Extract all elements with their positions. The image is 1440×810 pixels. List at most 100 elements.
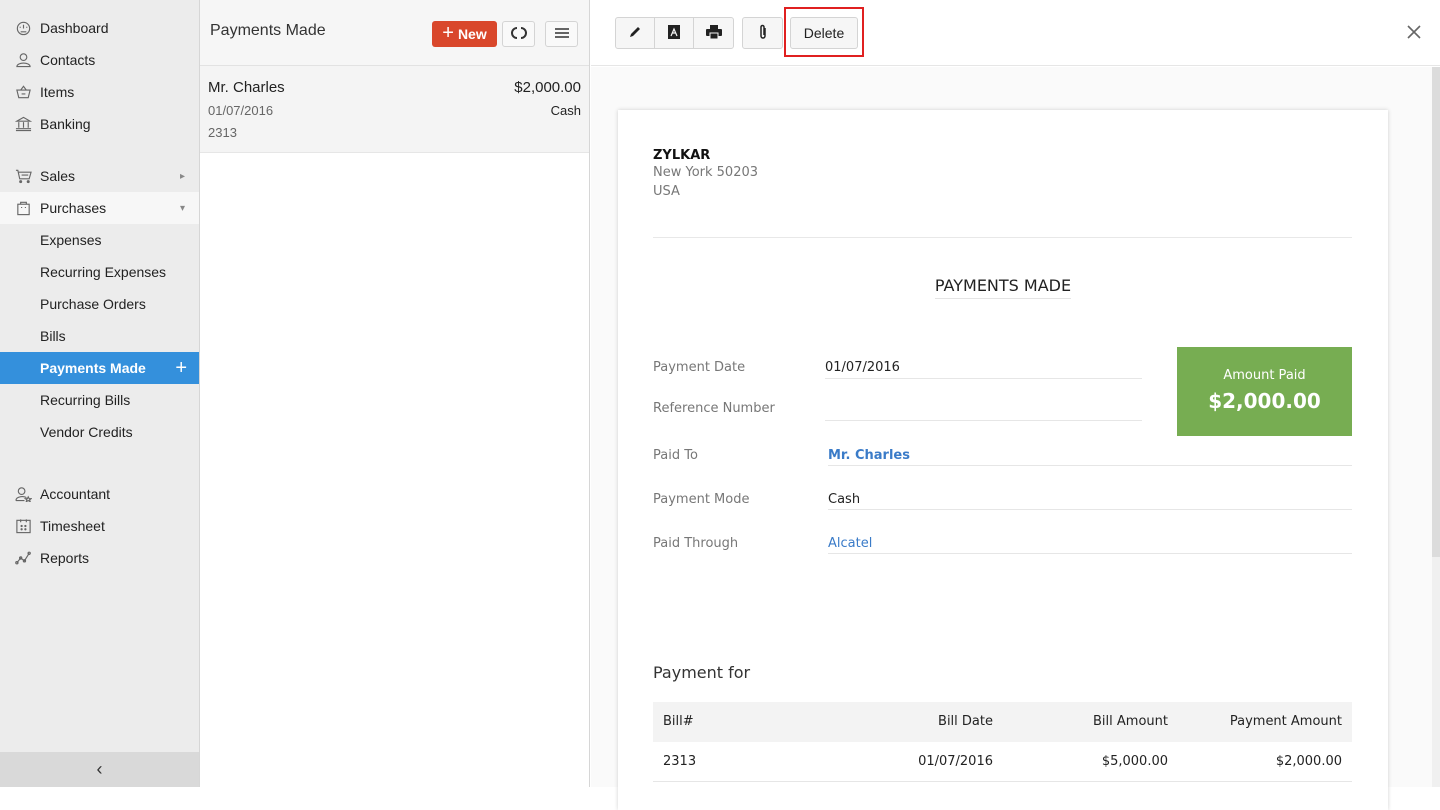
delete-button[interactable]: Delete xyxy=(790,17,858,49)
sidebar-item-purchases[interactable]: Purchases ▾ xyxy=(0,192,199,224)
plus-icon: + xyxy=(442,22,454,44)
sidebar-item-contacts[interactable]: Contacts xyxy=(0,44,199,76)
edit-button[interactable] xyxy=(616,18,655,48)
sidebar-item-label: Timesheet xyxy=(40,518,105,534)
vendor-name: Mr. Charles xyxy=(208,79,285,96)
cart-icon xyxy=(14,168,32,184)
table-row: 2313 01/07/2016 $5,000.00 $2,000.00 xyxy=(653,742,1352,782)
column-header-bill-date: Bill Date xyxy=(938,714,993,729)
bill-amount: $5,000.00 xyxy=(1101,754,1168,769)
close-icon xyxy=(1404,25,1424,45)
new-payment-button[interactable]: + New xyxy=(432,21,497,47)
bills-table-header: Bill# Bill Date Bill Amount Payment Amou… xyxy=(653,702,1352,742)
payment-reference: 2313 xyxy=(208,125,237,140)
print-button[interactable] xyxy=(694,18,733,48)
paid-through-link[interactable]: Alcatel xyxy=(828,536,872,551)
list-title: Payments Made xyxy=(210,22,326,39)
payment-mode-value: Cash xyxy=(828,492,861,507)
sidebar-subitem-expenses[interactable]: Expenses xyxy=(0,224,199,256)
pdf-button[interactable] xyxy=(655,18,694,48)
column-header-bill-number: Bill# xyxy=(663,714,694,729)
sidebar-item-label: Expenses xyxy=(40,232,102,248)
divider xyxy=(828,553,1352,554)
dashboard-icon xyxy=(14,20,32,36)
more-menu-button[interactable] xyxy=(545,21,578,47)
organization-address-line1: New York 50203 xyxy=(653,165,759,180)
payments-list-panel: Payments Made + New Mr. Charles $2,000.0… xyxy=(200,0,590,787)
list-header: Payments Made + New xyxy=(200,0,589,66)
chevron-left-icon: ‹ xyxy=(96,759,103,779)
paid-through-label: Paid Through xyxy=(653,536,739,551)
divider xyxy=(828,465,1352,466)
sidebar-item-sales[interactable]: Sales ▸ xyxy=(0,160,199,192)
sidebar-item-label: Payments Made xyxy=(40,360,146,376)
divider xyxy=(828,509,1352,510)
add-payment-plus-icon[interactable]: + xyxy=(175,352,187,384)
paperclip-icon xyxy=(758,24,768,43)
accountant-icon xyxy=(14,486,32,502)
sidebar-subitem-purchase-orders[interactable]: Purchase Orders xyxy=(0,288,199,320)
sidebar-item-label: Banking xyxy=(40,116,91,132)
calendar-icon xyxy=(14,518,32,534)
payment-document: ZYLKAR New York 50203 USA PAYMENTS MADE … xyxy=(618,110,1388,810)
paid-to-link[interactable]: Mr. Charles xyxy=(828,448,910,463)
attach-button[interactable] xyxy=(743,18,782,48)
close-button[interactable] xyxy=(1404,22,1424,42)
shopping-bag-icon xyxy=(14,200,32,216)
sidebar-item-label: Contacts xyxy=(40,52,96,68)
document-scroll-area: ZYLKAR New York 50203 USA PAYMENTS MADE … xyxy=(591,67,1440,810)
pencil-icon xyxy=(628,25,642,42)
sidebar-item-banking[interactable]: Banking xyxy=(0,108,199,140)
contacts-icon xyxy=(14,52,32,68)
sidebar-item-label: Recurring Bills xyxy=(40,392,131,408)
sidebar-item-reports[interactable]: Reports xyxy=(0,542,199,574)
bill-number-link[interactable]: 2313 xyxy=(663,742,696,782)
payment-amount: $2,000.00 xyxy=(514,79,581,96)
sidebar-item-label: Items xyxy=(40,84,75,100)
sidebar-item-dashboard[interactable]: Dashboard xyxy=(0,12,199,44)
sidebar-subitem-vendor-credits[interactable]: Vendor Credits xyxy=(0,416,199,448)
bank-icon xyxy=(14,116,32,132)
column-header-payment-amount: Payment Amount xyxy=(1229,714,1342,729)
paid-to-label: Paid To xyxy=(653,448,698,463)
document-title: PAYMENTS MADE xyxy=(934,276,1072,299)
sidebar-item-items[interactable]: Items xyxy=(0,76,199,108)
reports-chart-icon xyxy=(14,550,32,566)
payment-date-value: 01/07/2016 xyxy=(825,360,900,375)
divider xyxy=(825,378,1142,379)
payment-date-label: Payment Date xyxy=(653,360,746,375)
refresh-button[interactable] xyxy=(502,21,535,47)
reference-number-label: Reference Number xyxy=(653,401,775,416)
collapse-sidebar-button[interactable]: ‹ xyxy=(0,752,199,787)
sidebar-item-label: Reports xyxy=(40,550,90,566)
organization-name: ZYLKAR xyxy=(653,148,711,163)
column-header-bill-amount: Bill Amount xyxy=(1093,714,1168,729)
sidebar-item-label: Recurring Expenses xyxy=(40,264,167,280)
items-basket-icon xyxy=(14,84,32,100)
scrollbar-track xyxy=(1432,557,1440,787)
divider xyxy=(653,237,1352,238)
amount-paid-label: Amount Paid xyxy=(1223,368,1306,383)
payment-mode: Cash xyxy=(550,103,581,118)
sidebar-item-label: Accountant xyxy=(40,486,111,502)
vertical-scrollbar[interactable] xyxy=(1432,67,1440,557)
pdf-icon xyxy=(668,24,680,42)
sidebar-subitem-bills[interactable]: Bills xyxy=(0,320,199,352)
payment-detail-panel: Delete ZYLKAR New York 50203 USA PAYMENT… xyxy=(591,0,1440,810)
payment-date: 01/07/2016 xyxy=(208,103,274,118)
amount-paid-box: Amount Paid $2,000.00 xyxy=(1177,347,1352,436)
amount-paid-value: $2,000.00 xyxy=(1208,389,1321,413)
sidebar-item-accountant[interactable]: Accountant xyxy=(0,478,199,510)
attachment-group xyxy=(742,17,783,49)
organization-address-line2: USA xyxy=(653,184,680,199)
sidebar-subitem-recurring-expenses[interactable]: Recurring Expenses xyxy=(0,256,199,288)
sidebar-item-label: Dashboard xyxy=(40,20,109,36)
list-item[interactable]: Mr. Charles $2,000.00 01/07/2016 Cash 23… xyxy=(200,66,589,153)
sidebar-subitem-payments-made[interactable]: Payments Made + xyxy=(0,352,199,384)
sidebar-subitem-recurring-bills[interactable]: Recurring Bills xyxy=(0,384,199,416)
divider xyxy=(825,420,1142,421)
chevron-down-icon: ▾ xyxy=(179,202,185,214)
sidebar-item-timesheet[interactable]: Timesheet xyxy=(0,510,199,542)
sidebar-item-label: Sales xyxy=(40,168,76,184)
payment-amount: $2,000.00 xyxy=(1275,754,1342,769)
